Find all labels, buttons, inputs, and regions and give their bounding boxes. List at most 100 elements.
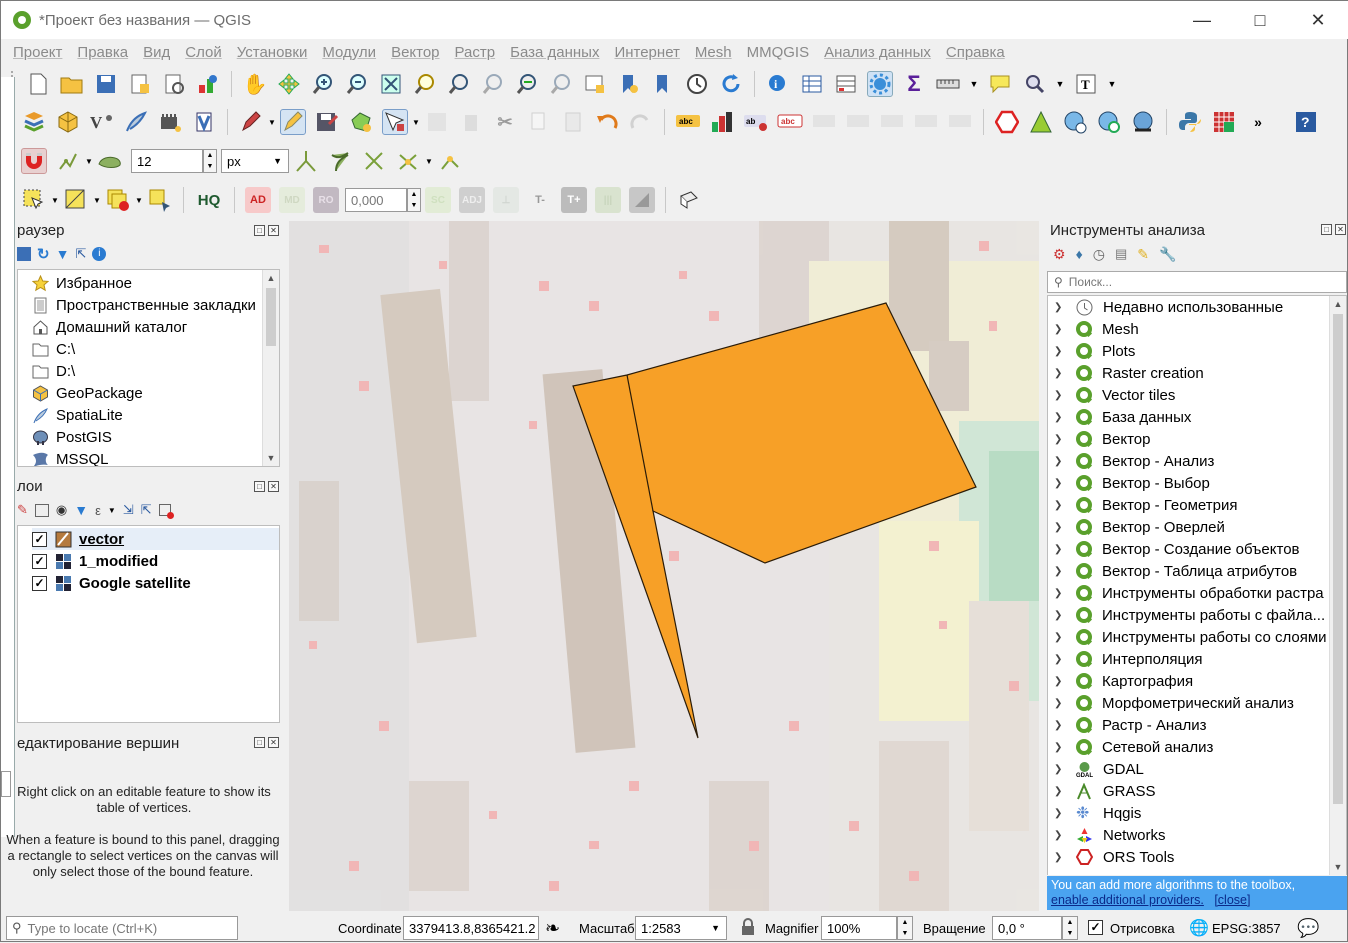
maximize-button[interactable]: □: [1231, 1, 1289, 39]
edit-features-in-place-icon[interactable]: ✎: [1137, 246, 1149, 263]
menu-raster[interactable]: Растр: [455, 44, 496, 61]
float-panel-button[interactable]: □: [254, 481, 265, 492]
diagram-options-icon[interactable]: [709, 109, 735, 135]
processing-item[interactable]: ❯ Растр - Анализ: [1048, 714, 1346, 736]
dropdown-arrow-icon[interactable]: ▼: [268, 109, 276, 135]
scroll-down-icon[interactable]: ▼: [263, 450, 279, 466]
float-panel-button[interactable]: □: [1321, 224, 1332, 235]
add-wms-icon[interactable]: [191, 109, 217, 135]
refresh-icon[interactable]: ↻: [37, 245, 50, 263]
processing-item[interactable]: ❯ База данных: [1048, 406, 1346, 428]
menu-plugins[interactable]: Модули: [322, 44, 376, 61]
results-viewer-icon[interactable]: ▤: [1115, 246, 1127, 262]
processing-item[interactable]: ❯ GRASS: [1048, 780, 1346, 802]
dropdown-arrow-icon[interactable]: ▼: [969, 71, 979, 97]
style-brush-icon[interactable]: ✎: [17, 502, 28, 518]
modify-attributes-icon[interactable]: [424, 109, 450, 135]
browser-item-postgis[interactable]: PostGIS: [32, 426, 279, 448]
select-by-location-icon[interactable]: [147, 187, 173, 213]
layer-row-1-modified[interactable]: ✓ 1_modified: [32, 550, 279, 572]
menu-view[interactable]: Вид: [143, 44, 170, 61]
toggle-extents-icon[interactable]: ❧: [545, 918, 560, 939]
menu-project[interactable]: Проект: [13, 44, 62, 61]
scroll-thumb[interactable]: [1333, 314, 1343, 804]
browser-scrollbar[interactable]: ▲ ▼: [262, 270, 279, 466]
label-properties-icon[interactable]: [947, 109, 973, 135]
refresh-icon[interactable]: [718, 71, 744, 97]
filter-legend-icon[interactable]: ▼: [74, 502, 88, 518]
scale-select[interactable]: 1:2583 ▼: [635, 916, 727, 940]
dropdown-arrow-icon[interactable]: ▼: [1107, 71, 1117, 97]
style-manager-icon[interactable]: [195, 71, 221, 97]
coordinate-field[interactable]: 3379413.8,8365421.2: [403, 916, 539, 940]
menu-mesh[interactable]: Mesh: [695, 44, 732, 61]
python-console-icon[interactable]: [1177, 109, 1203, 135]
processing-item[interactable]: ❯ Недавно использованные: [1048, 296, 1346, 318]
browser-item-spatialite[interactable]: SpatiaLite: [32, 404, 279, 426]
processing-item[interactable]: ❯ Вектор - Таблица атрибутов: [1048, 560, 1346, 582]
new-project-icon[interactable]: [25, 71, 51, 97]
close-panel-button[interactable]: ✕: [268, 225, 279, 236]
locator-search-input[interactable]: ⚲ Type to locate (Ctrl+K): [6, 916, 238, 940]
processing-item[interactable]: ❯ Инструменты обработки растра: [1048, 582, 1346, 604]
zoom-in-icon[interactable]: [310, 71, 336, 97]
dropdown-arrow-icon[interactable]: ▼: [425, 148, 433, 174]
scroll-thumb[interactable]: [266, 288, 276, 346]
close-notice-link[interactable]: [close]: [1214, 893, 1250, 907]
browser-item-mssql[interactable]: MSSQL: [32, 448, 279, 466]
manage-visibility-eye-icon[interactable]: ◉: [56, 502, 67, 518]
collapse-all-icon[interactable]: ⇱: [75, 246, 86, 262]
filter-expression-icon[interactable]: ε: [95, 503, 101, 518]
perpendicular-icon[interactable]: ⊥: [493, 187, 519, 213]
t-plus-icon[interactable]: T+: [561, 187, 587, 213]
cut-features-icon[interactable]: ✂: [492, 109, 518, 135]
locator-search-icon[interactable]: [1021, 71, 1047, 97]
identify-icon[interactable]: i: [765, 71, 791, 97]
menu-help[interactable]: Справка: [946, 44, 1005, 61]
map-tips-icon[interactable]: [987, 71, 1013, 97]
layer-row-google-satellite[interactable]: ✓ Google satellite: [32, 572, 279, 594]
labeling-icon[interactable]: abc: [675, 109, 701, 135]
field-calculator-icon[interactable]: [833, 71, 859, 97]
layout-manager-icon[interactable]: [161, 71, 187, 97]
pan-hand-icon[interactable]: ✋: [242, 71, 268, 97]
advanced-digitizing-icon[interactable]: AD: [245, 187, 271, 213]
properties-info-icon[interactable]: i: [92, 247, 107, 261]
processing-item[interactable]: ❯ Вектор - Создание объектов: [1048, 538, 1346, 560]
processing-toolbox-icon[interactable]: [867, 71, 893, 97]
zoom-next-icon[interactable]: [548, 71, 574, 97]
expand-all-icon[interactable]: ⇲: [123, 502, 134, 518]
pan-to-selection-icon[interactable]: [276, 71, 302, 97]
shape-digitizing-icon[interactable]: [676, 187, 702, 213]
avoid-overlap-icon[interactable]: [361, 148, 387, 174]
lock-scale-icon[interactable]: [740, 917, 756, 939]
browser-item-geopackage[interactable]: GeoPackage: [32, 382, 279, 404]
scroll-up-icon[interactable]: ▲: [1330, 296, 1346, 312]
angle-spinner[interactable]: ▲ ▼: [407, 188, 421, 212]
zoom-full-icon[interactable]: [378, 71, 404, 97]
zoom-to-selection-icon[interactable]: [412, 71, 438, 97]
t-minus-icon[interactable]: T-: [527, 187, 553, 213]
browser-item-home[interactable]: Домашний каталог: [32, 316, 279, 338]
close-panel-button[interactable]: ✕: [268, 737, 279, 748]
current-edits-icon[interactable]: [238, 109, 264, 135]
dropdown-arrow-icon[interactable]: ▼: [85, 148, 93, 174]
angle-field[interactable]: 0,000: [345, 188, 407, 212]
menu-edit[interactable]: Правка: [77, 44, 128, 61]
save-project-icon[interactable]: [93, 71, 119, 97]
zoom-last-icon[interactable]: [514, 71, 540, 97]
remove-layer-icon[interactable]: [158, 504, 174, 519]
processing-item[interactable]: ❯ Вектор - Выбор: [1048, 472, 1346, 494]
new-map-view-icon[interactable]: [582, 71, 608, 97]
tolerance-spinner[interactable]: ▲ ▼: [203, 149, 217, 173]
processing-search-input[interactable]: ⚲ Поиск...: [1047, 271, 1347, 293]
menu-mmqgis[interactable]: MMQGIS: [747, 44, 810, 61]
processing-item[interactable]: ❯ Морфометрический анализ: [1048, 692, 1346, 714]
menu-layer[interactable]: Слой: [185, 44, 221, 61]
pin-labels-icon[interactable]: ab: [743, 109, 769, 135]
magnifier-field[interactable]: 100%: [821, 916, 897, 940]
select-by-expression-icon[interactable]: [63, 187, 89, 213]
processing-item[interactable]: ❯ Вектор: [1048, 428, 1346, 450]
dropdown-arrow-icon[interactable]: ▼: [108, 506, 116, 515]
dropdown-arrow-icon[interactable]: ▼: [412, 109, 420, 135]
